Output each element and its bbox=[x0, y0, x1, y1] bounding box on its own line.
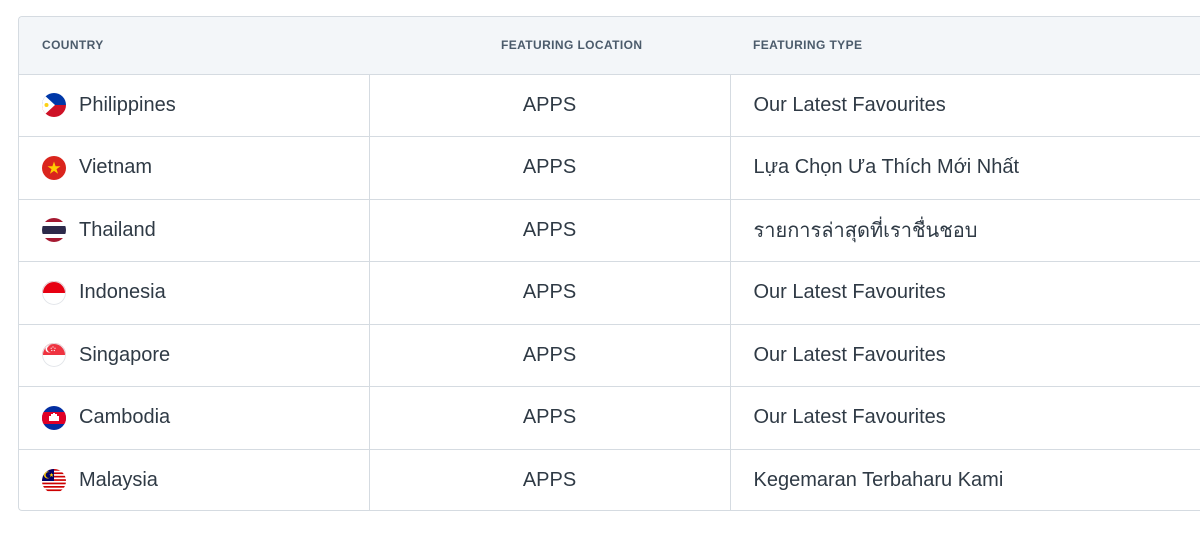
thailand-flag-icon bbox=[42, 218, 66, 243]
column-header-featuring-type: FEATURING TYPE bbox=[730, 17, 1200, 75]
country-cell: Vietnam bbox=[19, 136, 370, 200]
country-cell: Philippines bbox=[19, 74, 370, 137]
featuring-location-cell: APPS bbox=[369, 449, 731, 510]
malaysia-flag-icon bbox=[42, 468, 66, 493]
country-name: Indonesia bbox=[79, 281, 166, 304]
featuring-type-cell: Our Latest Favourites bbox=[730, 74, 1200, 137]
column-header-country: COUNTRY bbox=[19, 17, 369, 75]
featuring-type-cell: Our Latest Favourites bbox=[730, 386, 1200, 450]
country-cell: Singapore bbox=[19, 324, 370, 387]
table-header: COUNTRY FEATURING LOCATION FEATURING TYP… bbox=[19, 17, 1200, 75]
country-cell: Cambodia bbox=[19, 386, 370, 450]
featuring-location-cell: APPS bbox=[369, 136, 731, 200]
featuring-location-cell: APPS bbox=[369, 74, 731, 137]
philippines-flag-icon bbox=[42, 93, 66, 118]
vietnam-flag-icon bbox=[42, 155, 66, 180]
country-name: Singapore bbox=[79, 343, 171, 366]
country-cell: Malaysia bbox=[19, 449, 370, 510]
country-name: Malaysia bbox=[79, 469, 158, 491]
country-name: Vietnam bbox=[79, 156, 153, 179]
table-row: Indonesia APPS Our Latest Favourites bbox=[19, 261, 1200, 325]
featuring-type-cell: Our Latest Favourites bbox=[730, 261, 1200, 325]
featuring-type-cell: รายการล่าสุดที่เราชื่นชอบ bbox=[730, 199, 1200, 262]
featuring-table: COUNTRY FEATURING LOCATION FEATURING TYP… bbox=[19, 17, 1200, 510]
featuring-location-cell: APPS bbox=[369, 324, 731, 387]
country-name: Thailand bbox=[79, 218, 156, 241]
country-cell: Indonesia bbox=[19, 261, 370, 325]
featuring-type-cell: Our Latest Favourites bbox=[730, 324, 1200, 387]
country-name: Cambodia bbox=[79, 406, 171, 429]
featuring-table-container: COUNTRY FEATURING LOCATION FEATURING TYP… bbox=[18, 16, 1200, 511]
table-row: Thailand APPS รายการล่าสุดที่เราชื่นชอบ bbox=[19, 199, 1200, 262]
table-header-row: COUNTRY FEATURING LOCATION FEATURING TYP… bbox=[19, 17, 1200, 75]
indonesia-flag-icon bbox=[42, 280, 66, 305]
country-name: Philippines bbox=[79, 93, 176, 116]
singapore-flag-icon bbox=[42, 343, 66, 368]
column-header-featuring-location: FEATURING LOCATION bbox=[369, 17, 730, 75]
country-cell: Thailand bbox=[19, 199, 370, 262]
table-row: Philippines APPS Our Latest Favourites bbox=[19, 74, 1200, 137]
featuring-type-cell: Kegemaran Terbaharu Kami bbox=[753, 469, 1004, 491]
table-row: Cambodia APPS Our Latest Favourites bbox=[19, 386, 1200, 450]
table-row: Singapore APPS Our Latest Favourites bbox=[19, 324, 1200, 387]
table-row: Vietnam APPS Lựa Chọn Ưa Thích Mới Nhất bbox=[19, 136, 1200, 200]
featuring-type-cell: Lựa Chọn Ưa Thích Mới Nhất bbox=[730, 136, 1200, 200]
table-row: Malaysia APPS Kegemaran Terbaharu Kami bbox=[19, 449, 1200, 510]
featuring-location-cell: APPS bbox=[369, 261, 731, 325]
cambodia-flag-icon bbox=[42, 405, 66, 430]
table-body: Philippines APPS Our Latest Favourites V… bbox=[19, 74, 1200, 510]
featuring-location-cell: APPS bbox=[369, 199, 731, 262]
featuring-location-cell: APPS bbox=[369, 386, 731, 450]
